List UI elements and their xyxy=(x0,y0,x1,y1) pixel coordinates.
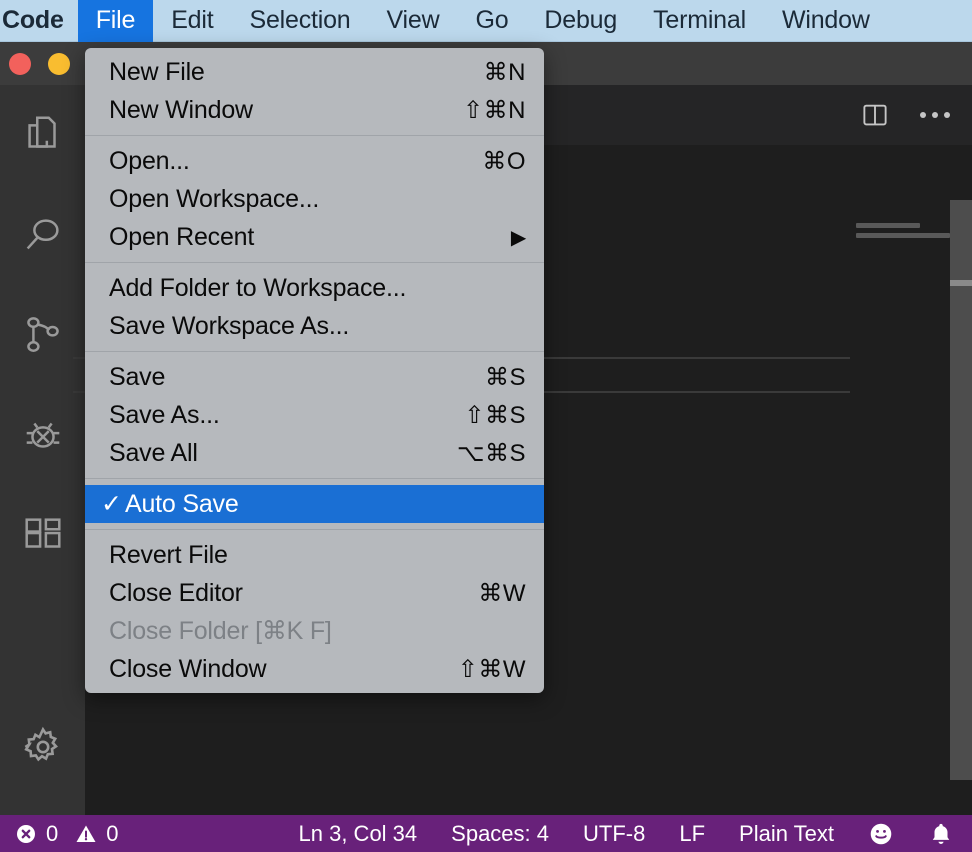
warning-count: 0 xyxy=(106,820,119,846)
menu-item-open-workspace[interactable]: Open Workspace... xyxy=(85,180,544,218)
menu-item-auto-save[interactable]: ✓ Auto Save xyxy=(85,485,544,523)
macos-menu-bar: Code File Edit Selection View Go Debug T… xyxy=(0,0,972,42)
menu-item-close-editor[interactable]: Close Editor ⌘W xyxy=(85,574,544,612)
minimap[interactable] xyxy=(850,145,950,815)
status-indentation[interactable]: Spaces: 4 xyxy=(451,821,549,847)
menubar-item-edit[interactable]: Edit xyxy=(153,0,231,42)
menu-item-label: Revert File xyxy=(109,540,228,569)
vscode-window: Code File Edit Selection View Go Debug T… xyxy=(0,0,972,852)
status-bar-left: 0 0 xyxy=(0,821,119,847)
menu-item-accelerator: ⌥⌘S xyxy=(456,439,526,467)
menu-item-label: Save xyxy=(109,362,166,391)
menubar-item-debug[interactable]: Debug xyxy=(526,0,635,42)
menu-item-label: Save All xyxy=(109,438,198,467)
status-bar: 0 0 Ln 3, Col 34 Spaces: 4 UTF-8 LF Plai… xyxy=(0,815,972,852)
menu-item-label: Save As... xyxy=(109,400,220,429)
menu-item-label: Close Folder [⌘K F] xyxy=(109,617,332,645)
menu-item-save-workspace-as[interactable]: Save Workspace As... xyxy=(85,307,544,345)
menu-item-label: Save Workspace As... xyxy=(109,311,350,340)
menu-item-accelerator: ⌘O xyxy=(482,147,526,175)
menubar-item-go[interactable]: Go xyxy=(457,0,526,42)
menubar-label: Debug xyxy=(544,6,618,34)
editor-tab-actions xyxy=(860,85,958,145)
menubar-label: Code xyxy=(2,6,64,34)
menu-item-accelerator: ⇧⌘N xyxy=(463,96,526,124)
menu-item-save-as[interactable]: Save As... ⇧⌘S xyxy=(85,396,544,434)
menu-item-open[interactable]: Open... ⌘O xyxy=(85,142,544,180)
file-dropdown-menu[interactable]: New File ⌘N New Window ⇧⌘N Open... ⌘O Op… xyxy=(85,48,544,693)
status-cursor-position[interactable]: Ln 3, Col 34 xyxy=(299,821,418,847)
explorer-icon[interactable] xyxy=(0,85,85,185)
menu-item-accelerator: ⌘W xyxy=(478,579,526,607)
menubar-item-window[interactable]: Window xyxy=(764,0,888,42)
menu-item-save-all[interactable]: Save All ⌥⌘S xyxy=(85,434,544,472)
warning-icon xyxy=(74,822,98,846)
menu-item-open-recent[interactable]: Open Recent ▶ xyxy=(85,218,544,256)
menu-item-accelerator: ⌘N xyxy=(483,58,526,86)
menu-item-add-folder-to-workspace[interactable]: Add Folder to Workspace... xyxy=(85,269,544,307)
chevron-right-icon: ▶ xyxy=(510,226,526,249)
menu-separator xyxy=(85,478,544,479)
menubar-label: Window xyxy=(781,6,870,34)
scrollbar-thumb[interactable] xyxy=(950,200,972,780)
debug-icon[interactable] xyxy=(0,385,85,485)
menu-item-close-folder: Close Folder [⌘K F] xyxy=(85,612,544,650)
menubar-label: View xyxy=(386,6,440,34)
close-window-button[interactable] xyxy=(9,53,31,75)
minimap-line xyxy=(856,233,950,238)
menu-item-label: Open Recent xyxy=(109,222,255,251)
status-bar-right: Ln 3, Col 34 Spaces: 4 UTF-8 LF Plain Te… xyxy=(299,821,972,847)
bell-icon[interactable] xyxy=(928,821,954,847)
menu-item-accelerator: ⇧⌘S xyxy=(464,401,526,429)
menubar-label: Terminal xyxy=(653,6,746,34)
menu-item-accelerator: ⇧⌘W xyxy=(457,655,526,683)
menu-item-label: Open Workspace... xyxy=(109,184,320,213)
menu-item-close-window[interactable]: Close Window ⇧⌘W xyxy=(85,650,544,688)
menu-item-label: New File xyxy=(109,57,205,86)
menu-separator xyxy=(85,135,544,136)
status-eol[interactable]: LF xyxy=(679,821,705,847)
menubar-label: Selection xyxy=(249,6,351,34)
menu-item-save[interactable]: Save ⌘S xyxy=(85,358,544,396)
menu-separator xyxy=(85,351,544,352)
menu-item-label: New Window xyxy=(109,95,253,124)
menu-item-label: Open... xyxy=(109,146,190,175)
menu-item-accelerator: ⌘S xyxy=(484,363,526,391)
minimize-window-button[interactable] xyxy=(48,53,70,75)
menubar-item-selection[interactable]: Selection xyxy=(231,0,368,42)
settings-gear-icon[interactable] xyxy=(0,697,85,797)
menu-item-new-file[interactable]: New File ⌘N xyxy=(85,53,544,91)
menu-separator xyxy=(85,262,544,263)
editor-scrollbar[interactable] xyxy=(950,145,972,815)
menubar-item-code[interactable]: Code xyxy=(0,0,78,42)
status-problems[interactable]: 0 0 xyxy=(14,821,119,847)
minimap-line xyxy=(856,223,920,228)
checkmark-icon: ✓ xyxy=(101,490,122,518)
menubar-label: Edit xyxy=(171,6,214,34)
menubar-item-view[interactable]: View xyxy=(369,0,458,42)
menubar-label: File xyxy=(95,6,136,34)
menu-item-label: Auto Save xyxy=(125,489,239,518)
activity-bar xyxy=(0,85,85,815)
menu-item-new-window[interactable]: New Window ⇧⌘N xyxy=(85,91,544,129)
menu-item-label: Close Editor xyxy=(109,578,243,607)
scrollbar-seam xyxy=(950,280,972,286)
menu-item-label: Close Window xyxy=(109,654,267,683)
menubar-label: Go xyxy=(475,6,509,34)
menubar-item-file[interactable]: File xyxy=(77,0,154,42)
error-count: 0 xyxy=(46,820,59,846)
menu-separator xyxy=(85,529,544,530)
menu-item-revert-file[interactable]: Revert File xyxy=(85,536,544,574)
error-icon xyxy=(14,822,38,846)
menubar-item-terminal[interactable]: Terminal xyxy=(635,0,764,42)
menu-item-label: Add Folder to Workspace... xyxy=(109,273,407,302)
extensions-icon[interactable] xyxy=(0,485,85,585)
split-editor-icon[interactable] xyxy=(860,100,890,130)
status-encoding[interactable]: UTF-8 xyxy=(583,821,645,847)
more-actions-icon[interactable] xyxy=(920,112,958,118)
smiley-icon[interactable] xyxy=(868,821,894,847)
status-language-mode[interactable]: Plain Text xyxy=(739,821,834,847)
window-traffic-lights xyxy=(9,53,70,75)
